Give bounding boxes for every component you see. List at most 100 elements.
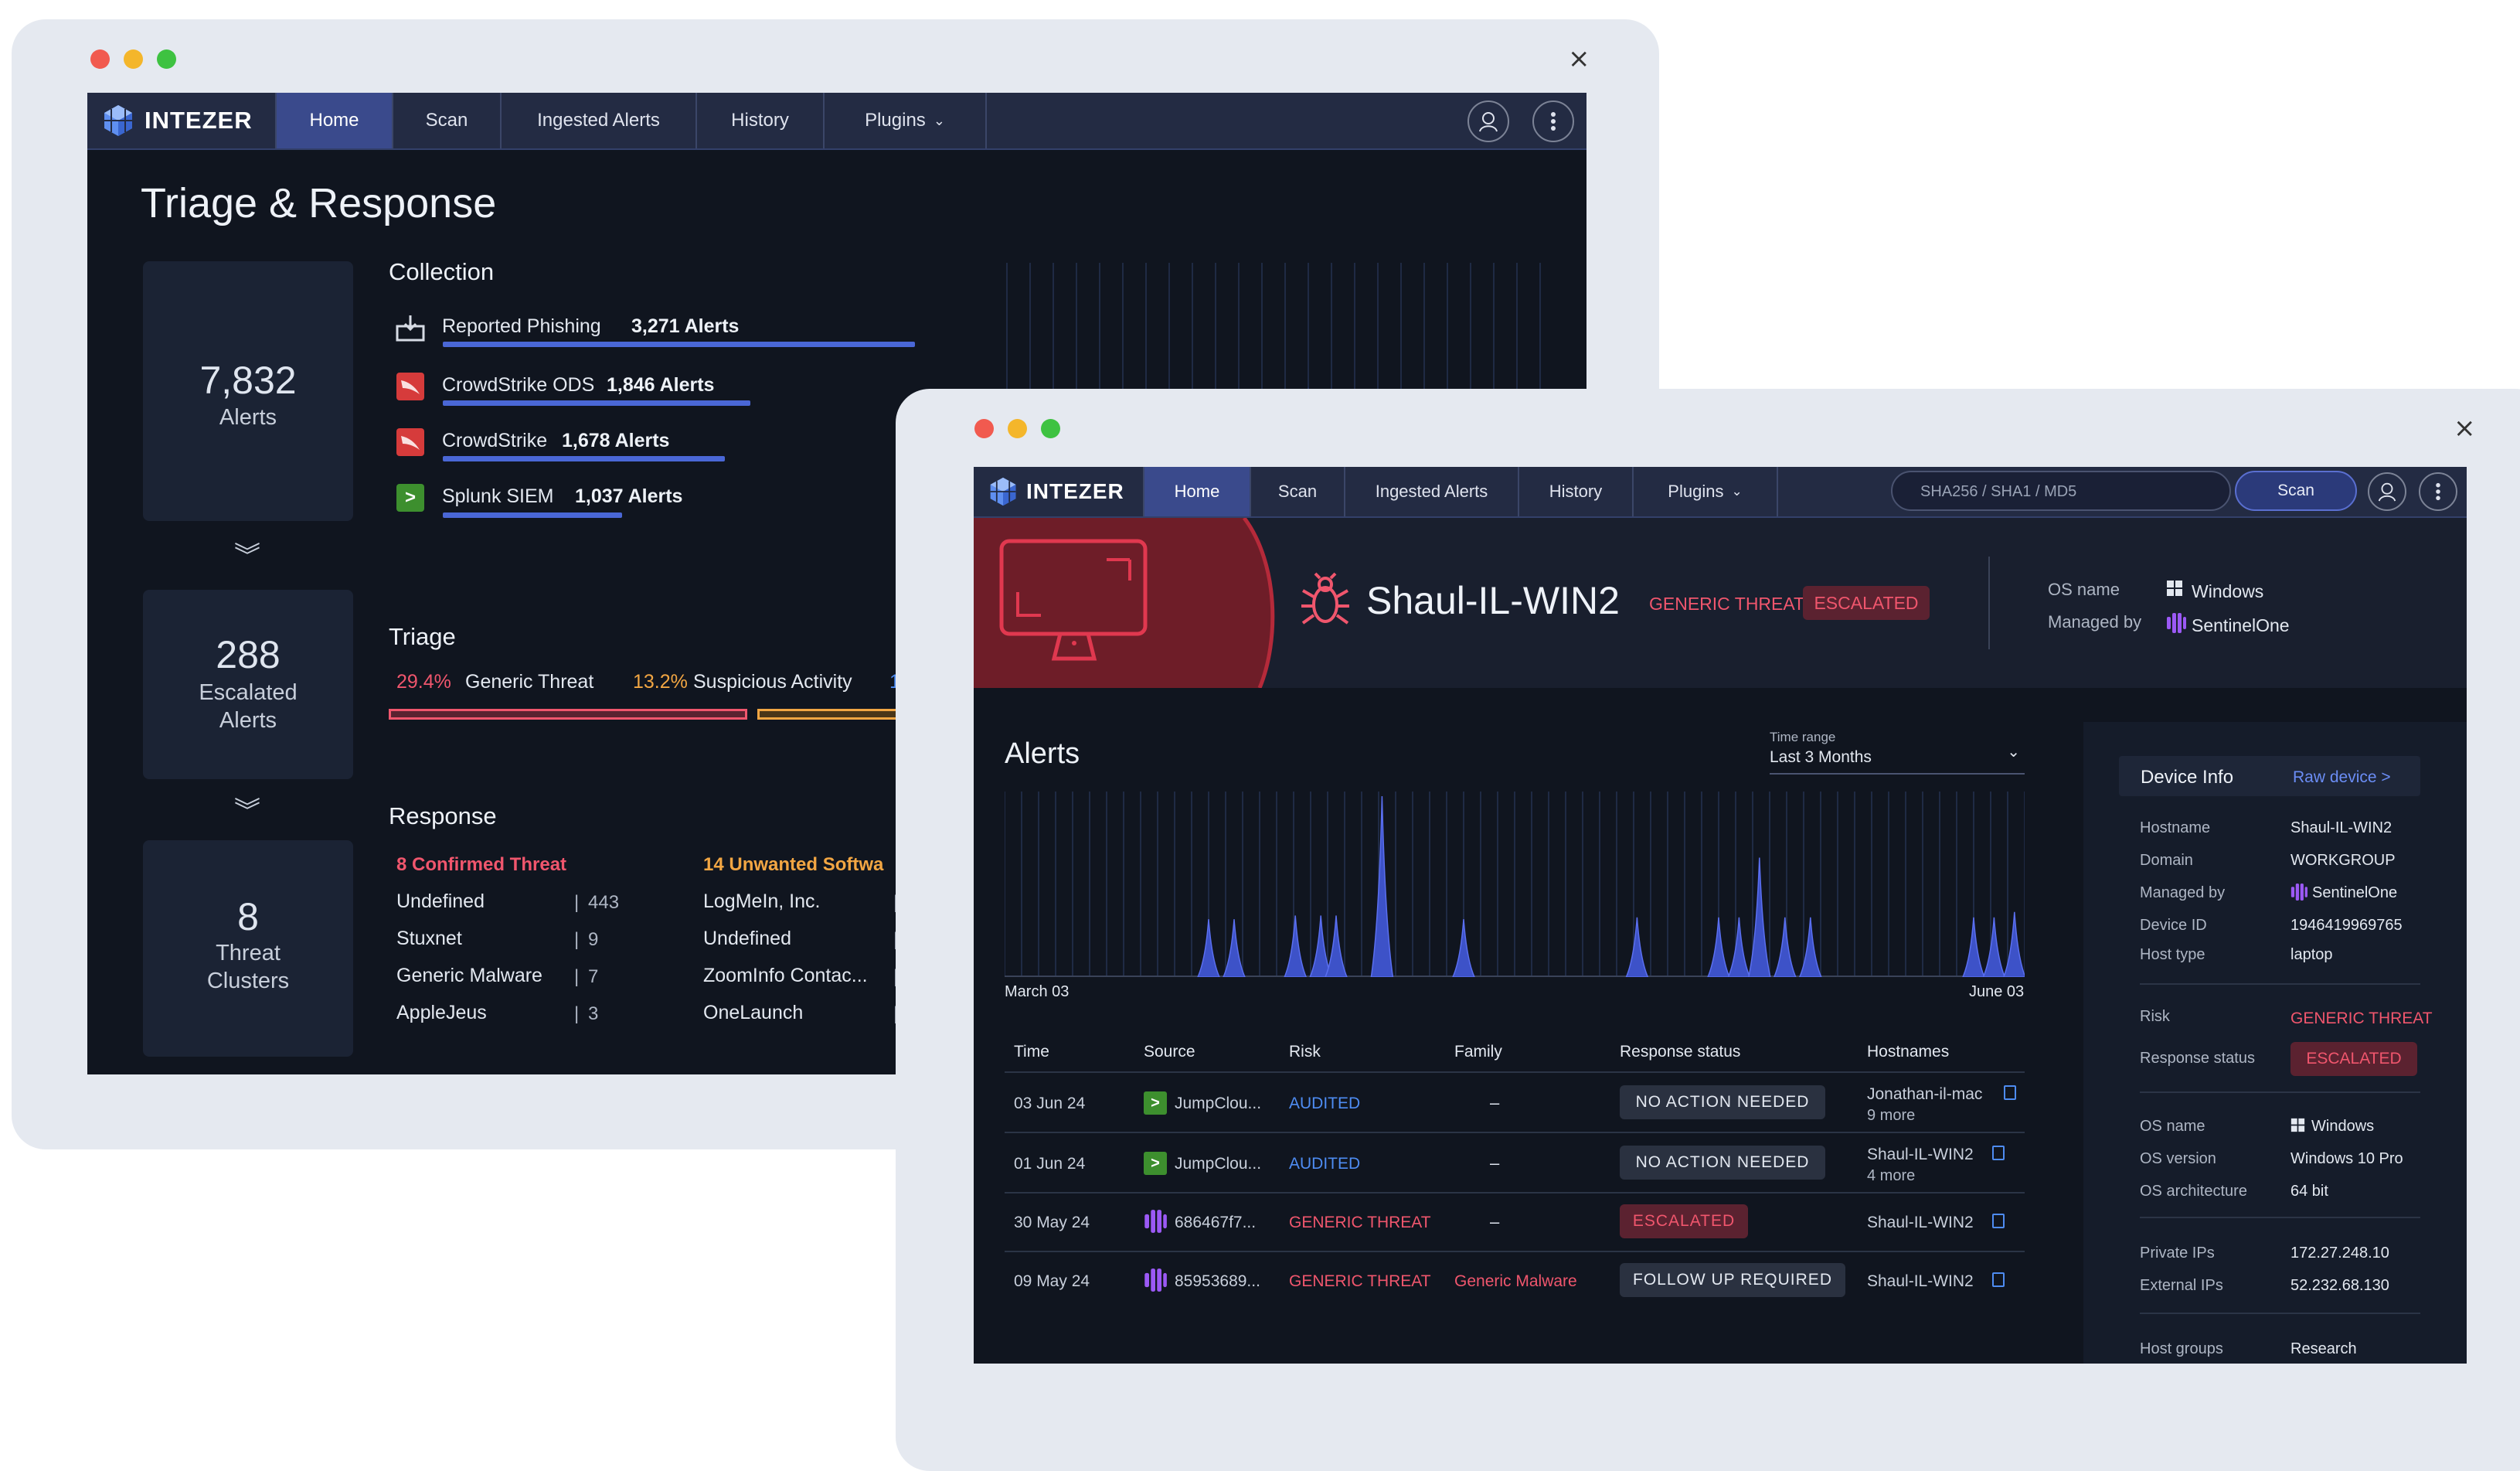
stat-card-clusters[interactable]: 8 Threat Clusters [143, 840, 353, 1057]
response-item-count: 3 [588, 1003, 599, 1024]
stat-label: Threat [216, 941, 281, 965]
user-avatar-button[interactable] [2368, 472, 2406, 511]
chart-peak[interactable] [1325, 915, 1348, 977]
info-label: OS name [2140, 1118, 2205, 1135]
tab-ingested-alerts[interactable]: Ingested Alerts [1345, 467, 1519, 516]
window-maximize-dot[interactable] [1041, 419, 1060, 438]
cell-host[interactable]: Shaul-IL-WIN2 [1867, 1146, 1974, 1164]
status-badge: FOLLOW UP REQUIRED [1620, 1263, 1845, 1297]
chart-peak[interactable] [2002, 911, 2025, 977]
time-range-label: Time range [1770, 730, 1836, 744]
jumpcloud-icon: > [1144, 1091, 1167, 1115]
collection-item-name[interactable]: Reported Phishing [442, 315, 601, 338]
cell-host[interactable]: Shaul-IL-WIN2 [1867, 1214, 1974, 1232]
stat-card-alerts[interactable]: 7,832 Alerts [143, 261, 353, 521]
raw-device-link[interactable]: Raw device > [2293, 768, 2391, 787]
triage-pct: 13.2% [633, 671, 688, 693]
collection-item-name[interactable]: Splunk SIEM [442, 485, 554, 508]
info-value: laptop [2290, 946, 2333, 963]
brand-logo[interactable]: INTEZER [101, 104, 253, 138]
nav-tabs: Home Scan Ingested Alerts History Plugin… [275, 93, 987, 148]
cell-host[interactable]: Shaul-IL-WIN2 [1867, 1272, 1974, 1291]
col-header-source[interactable]: Source [1144, 1043, 1195, 1061]
tab-plugins[interactable]: Plugins ⌄ [825, 93, 987, 148]
tab-scan[interactable]: Scan [1251, 467, 1345, 516]
copy-icon[interactable] [1992, 1272, 2005, 1287]
tab-scan[interactable]: Scan [393, 93, 502, 148]
chart-peak[interactable] [1727, 917, 1751, 977]
response-item-name[interactable]: LogMeIn, Inc. [703, 890, 820, 913]
tab-home[interactable]: Home [1143, 467, 1251, 516]
time-range-value: Last 3 Months [1770, 748, 1872, 766]
cell-host-more[interactable]: 9 more [1867, 1107, 1915, 1125]
window-close-dot[interactable] [90, 49, 110, 69]
col-header-time[interactable]: Time [1014, 1043, 1049, 1061]
tab-plugins-label: Plugins [865, 110, 926, 131]
window-maximize-dot[interactable] [157, 49, 176, 69]
hash-search-input[interactable]: SHA256 / SHA1 / MD5 [1891, 471, 2231, 511]
info-divider [2140, 1217, 2420, 1218]
status-badge: NO ACTION NEEDED [1620, 1085, 1825, 1119]
chart-peak[interactable] [1982, 917, 2006, 977]
info-value: Windows 10 Pro [2290, 1150, 2403, 1167]
response-item-name[interactable]: OneLaunch [703, 1002, 803, 1024]
scan-button[interactable]: Scan [2235, 471, 2357, 511]
col-header-family[interactable]: Family [1454, 1043, 1502, 1061]
cell-host-more[interactable]: 4 more [1867, 1167, 1915, 1185]
col-header-risk[interactable]: Risk [1289, 1043, 1321, 1061]
tab-plugins[interactable]: Plugins ⌄ [1634, 467, 1778, 516]
time-range-select[interactable]: Time range Last 3 Months ⌄ [1770, 730, 2025, 775]
copy-icon[interactable] [1992, 1214, 2005, 1228]
collection-bar [443, 456, 725, 461]
chart-peak[interactable] [1773, 917, 1797, 977]
cell-risk: GENERIC THREAT [1289, 1272, 1431, 1290]
chart-peak[interactable] [1284, 915, 1308, 977]
window-close-dot[interactable] [974, 419, 994, 438]
search-placeholder: SHA256 / SHA1 / MD5 [1920, 483, 2077, 500]
status-badge: ESCALATED [1620, 1204, 1748, 1238]
tab-home[interactable]: Home [275, 93, 393, 148]
response-item-name[interactable]: Undefined [396, 890, 485, 913]
chart-peak[interactable] [1197, 919, 1220, 977]
tab-history[interactable]: History [697, 93, 825, 148]
close-icon[interactable]: × [2454, 415, 2476, 441]
info-value: Research [2290, 1340, 2357, 1357]
cell-source: 686467f7... [1175, 1214, 1257, 1231]
close-icon[interactable]: × [1568, 46, 1590, 72]
chart-peak[interactable] [1452, 919, 1475, 977]
bug-icon [1301, 572, 1349, 625]
response-item-name[interactable]: Undefined [703, 928, 791, 950]
device-info-tab[interactable]: Device Info Raw device > [2119, 756, 2420, 796]
user-avatar-button[interactable] [1467, 100, 1509, 142]
response-item-name[interactable]: AppleJeus [396, 1002, 487, 1024]
table-row[interactable]: 01 Jun 24 > JumpClou... AUDITED – NO ACT… [1005, 1133, 2025, 1192]
cell-host[interactable]: Jonathan-il-mac [1867, 1085, 1982, 1104]
brand-logo[interactable]: INTEZER [988, 475, 1124, 508]
table-row[interactable]: 09 May 24 85953689... GENERIC THREAT Gen… [1005, 1252, 2025, 1309]
window-minimize-dot[interactable] [1008, 419, 1027, 438]
tab-ingested-alerts[interactable]: Ingested Alerts [502, 93, 697, 148]
chart-peak[interactable] [1223, 919, 1246, 977]
response-item-name[interactable]: Generic Malware [396, 965, 542, 987]
collection-item-name[interactable]: CrowdStrike ODS [442, 374, 594, 397]
chart-peak[interactable] [1625, 917, 1649, 977]
brand-name: INTEZER [145, 107, 253, 134]
chart-peak[interactable] [1370, 795, 1394, 977]
response-item-count: 7 [588, 966, 599, 987]
more-menu-button[interactable] [1532, 100, 1574, 142]
copy-icon[interactable] [1992, 1146, 2005, 1160]
table-row[interactable]: 03 Jun 24 > JumpClou... AUDITED – NO ACT… [1005, 1073, 2025, 1132]
stat-card-escalated[interactable]: 288 Escalated Alerts [143, 590, 353, 779]
collection-item-name[interactable]: CrowdStrike [442, 430, 547, 452]
chart-peak[interactable] [1962, 917, 1985, 977]
tab-history[interactable]: History [1519, 467, 1634, 516]
chart-peak[interactable] [1707, 917, 1730, 977]
col-header-hostnames[interactable]: Hostnames [1867, 1043, 1949, 1061]
col-header-response-status[interactable]: Response status [1620, 1043, 1740, 1061]
copy-icon[interactable] [2004, 1085, 2016, 1100]
response-item-name[interactable]: ZoomInfo Contac... [703, 965, 868, 987]
response-item-name[interactable]: Stuxnet [396, 928, 462, 950]
window-minimize-dot[interactable] [124, 49, 143, 69]
table-row[interactable]: 30 May 24 686467f7... GENERIC THREAT – E… [1005, 1193, 2025, 1251]
more-menu-button[interactable] [2419, 472, 2457, 511]
